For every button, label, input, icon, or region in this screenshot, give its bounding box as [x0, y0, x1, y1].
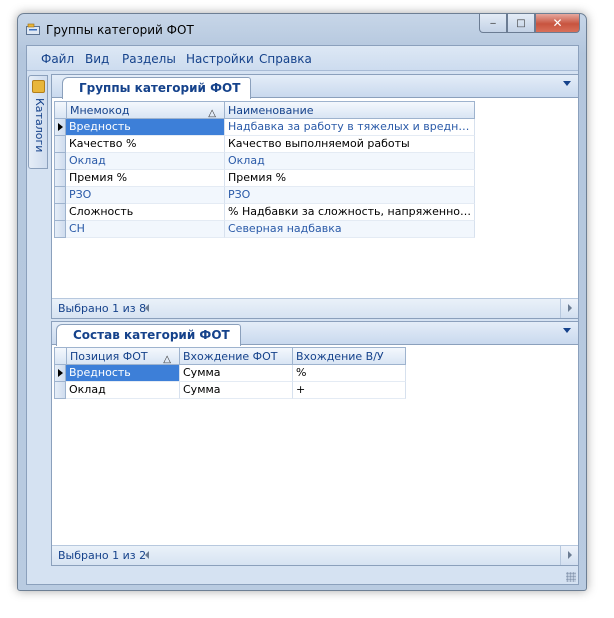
- side-tab-label: Каталоги: [33, 98, 46, 153]
- tab-groups[interactable]: Группы категорий ФОТ: [62, 77, 252, 99]
- cell-mnemocode[interactable]: Вредность: [66, 119, 225, 136]
- groups-selection-count: Выбрано 1 из 8: [58, 302, 147, 315]
- sort-ascending-icon: △: [163, 354, 171, 365]
- client-area: Файл Вид Разделы Настройки Справка Катал…: [26, 45, 579, 585]
- title-bar[interactable]: Группы категорий ФОТ ‒ □ ✕: [18, 14, 586, 44]
- cell-position[interactable]: Оклад: [66, 382, 180, 399]
- cell-mnemocode[interactable]: Премия %: [66, 170, 225, 187]
- minimize-icon: ‒: [489, 17, 497, 29]
- scroll-right-button[interactable]: [560, 299, 578, 318]
- row-indicator-header: [54, 101, 67, 119]
- cell-mnemocode[interactable]: СН: [66, 221, 225, 238]
- cell-mnemocode[interactable]: Оклад: [66, 153, 225, 170]
- groups-status-bar: Выбрано 1 из 8: [52, 298, 578, 318]
- column-header-label: Позиция ФОТ: [70, 350, 148, 363]
- maximize-button[interactable]: □: [507, 14, 535, 33]
- cell-name[interactable]: Качество выполняемой работы: [225, 136, 475, 153]
- column-header-inclusion-vu[interactable]: Вхождение В/У: [293, 347, 406, 365]
- minimize-button[interactable]: ‒: [479, 14, 507, 33]
- column-header-inclusion-fot[interactable]: Вхождение ФОТ: [180, 347, 293, 365]
- column-header-mnemocode[interactable]: Мнемокод △: [67, 101, 225, 119]
- catalogs-side-tab[interactable]: Каталоги: [28, 75, 48, 169]
- scroll-right-icon: [568, 304, 572, 312]
- scroll-right-icon: [568, 551, 572, 559]
- menu-bar: Файл Вид Разделы Настройки Справка: [27, 46, 578, 71]
- sort-ascending-icon: △: [208, 108, 216, 119]
- column-header-label: Мнемокод: [70, 104, 130, 117]
- cell-mnemocode[interactable]: Качество %: [66, 136, 225, 153]
- cell-name[interactable]: % Надбавки за сложность, напряженность и…: [225, 204, 475, 221]
- composition-selection-count: Выбрано 1 из 2: [58, 549, 147, 562]
- row-indicator: [54, 187, 66, 204]
- row-indicator: [54, 119, 66, 136]
- cell-inclusion-fot[interactable]: Сумма: [180, 382, 293, 399]
- column-header-position[interactable]: Позиция ФОТ △: [67, 347, 180, 365]
- composition-tabstrip: Состав категорий ФОТ: [52, 322, 578, 346]
- cell-inclusion-vu[interactable]: +: [293, 382, 406, 399]
- cell-inclusion-fot[interactable]: Сумма: [180, 365, 293, 382]
- cell-position[interactable]: Вредность: [66, 365, 180, 382]
- groups-panel: Группы категорий ФОТ Мнемокод △ Наименов…: [51, 74, 579, 319]
- groups-tabstrip: Группы категорий ФОТ: [52, 75, 578, 99]
- cell-name[interactable]: РЗО: [225, 187, 475, 204]
- current-row-icon: [58, 123, 63, 131]
- chevron-down-icon[interactable]: [563, 328, 571, 333]
- close-button[interactable]: ✕: [535, 14, 580, 33]
- cell-inclusion-vu[interactable]: %: [293, 365, 406, 382]
- row-indicator: [54, 170, 66, 187]
- row-indicator: [54, 382, 66, 399]
- column-header-label: Вхождение В/У: [296, 350, 384, 363]
- catalog-icon: [32, 80, 45, 93]
- menu-help[interactable]: Справка: [259, 52, 312, 66]
- composition-panel: Состав категорий ФОТ Позиция ФОТ △ Вхожд…: [51, 321, 579, 566]
- row-indicator: [54, 136, 66, 153]
- row-indicator: [54, 365, 66, 382]
- current-row-icon: [58, 369, 63, 377]
- cell-name[interactable]: Северная надбавка: [225, 221, 475, 238]
- cell-name[interactable]: Премия %: [225, 170, 475, 187]
- maximize-icon: □: [516, 17, 526, 29]
- scroll-left-icon[interactable]: [145, 304, 149, 312]
- composition-status-bar: Выбрано 1 из 2: [52, 545, 578, 565]
- column-header-label: Наименование: [228, 104, 314, 117]
- scroll-left-icon[interactable]: [145, 551, 149, 559]
- cell-name[interactable]: Надбавка за работу в тяжелых и вредных у…: [225, 119, 475, 136]
- menu-file[interactable]: Файл: [41, 52, 74, 66]
- close-icon: ✕: [552, 16, 563, 30]
- column-header-name[interactable]: Наименование: [225, 101, 475, 119]
- row-indicator-header: [54, 347, 67, 365]
- menu-view[interactable]: Вид: [85, 52, 109, 66]
- resize-grip-icon[interactable]: [566, 572, 576, 582]
- row-indicator: [54, 221, 66, 238]
- scroll-right-button[interactable]: [560, 546, 578, 565]
- menu-settings[interactable]: Настройки: [186, 52, 254, 66]
- cell-mnemocode[interactable]: Сложность: [66, 204, 225, 221]
- app-icon: [26, 23, 40, 35]
- row-indicator: [54, 153, 66, 170]
- tab-composition[interactable]: Состав категорий ФОТ: [56, 324, 241, 346]
- cell-name[interactable]: Оклад: [225, 153, 475, 170]
- menu-sections[interactable]: Разделы: [122, 52, 176, 66]
- window-title: Группы категорий ФОТ: [46, 23, 194, 37]
- caption-buttons: ‒ □ ✕: [479, 14, 580, 33]
- chevron-down-icon[interactable]: [563, 81, 571, 86]
- row-indicator: [54, 204, 66, 221]
- main-window: Группы категорий ФОТ ‒ □ ✕ Файл Вид Разд…: [17, 13, 587, 591]
- cell-mnemocode[interactable]: РЗО: [66, 187, 225, 204]
- column-header-label: Вхождение ФОТ: [183, 350, 278, 363]
